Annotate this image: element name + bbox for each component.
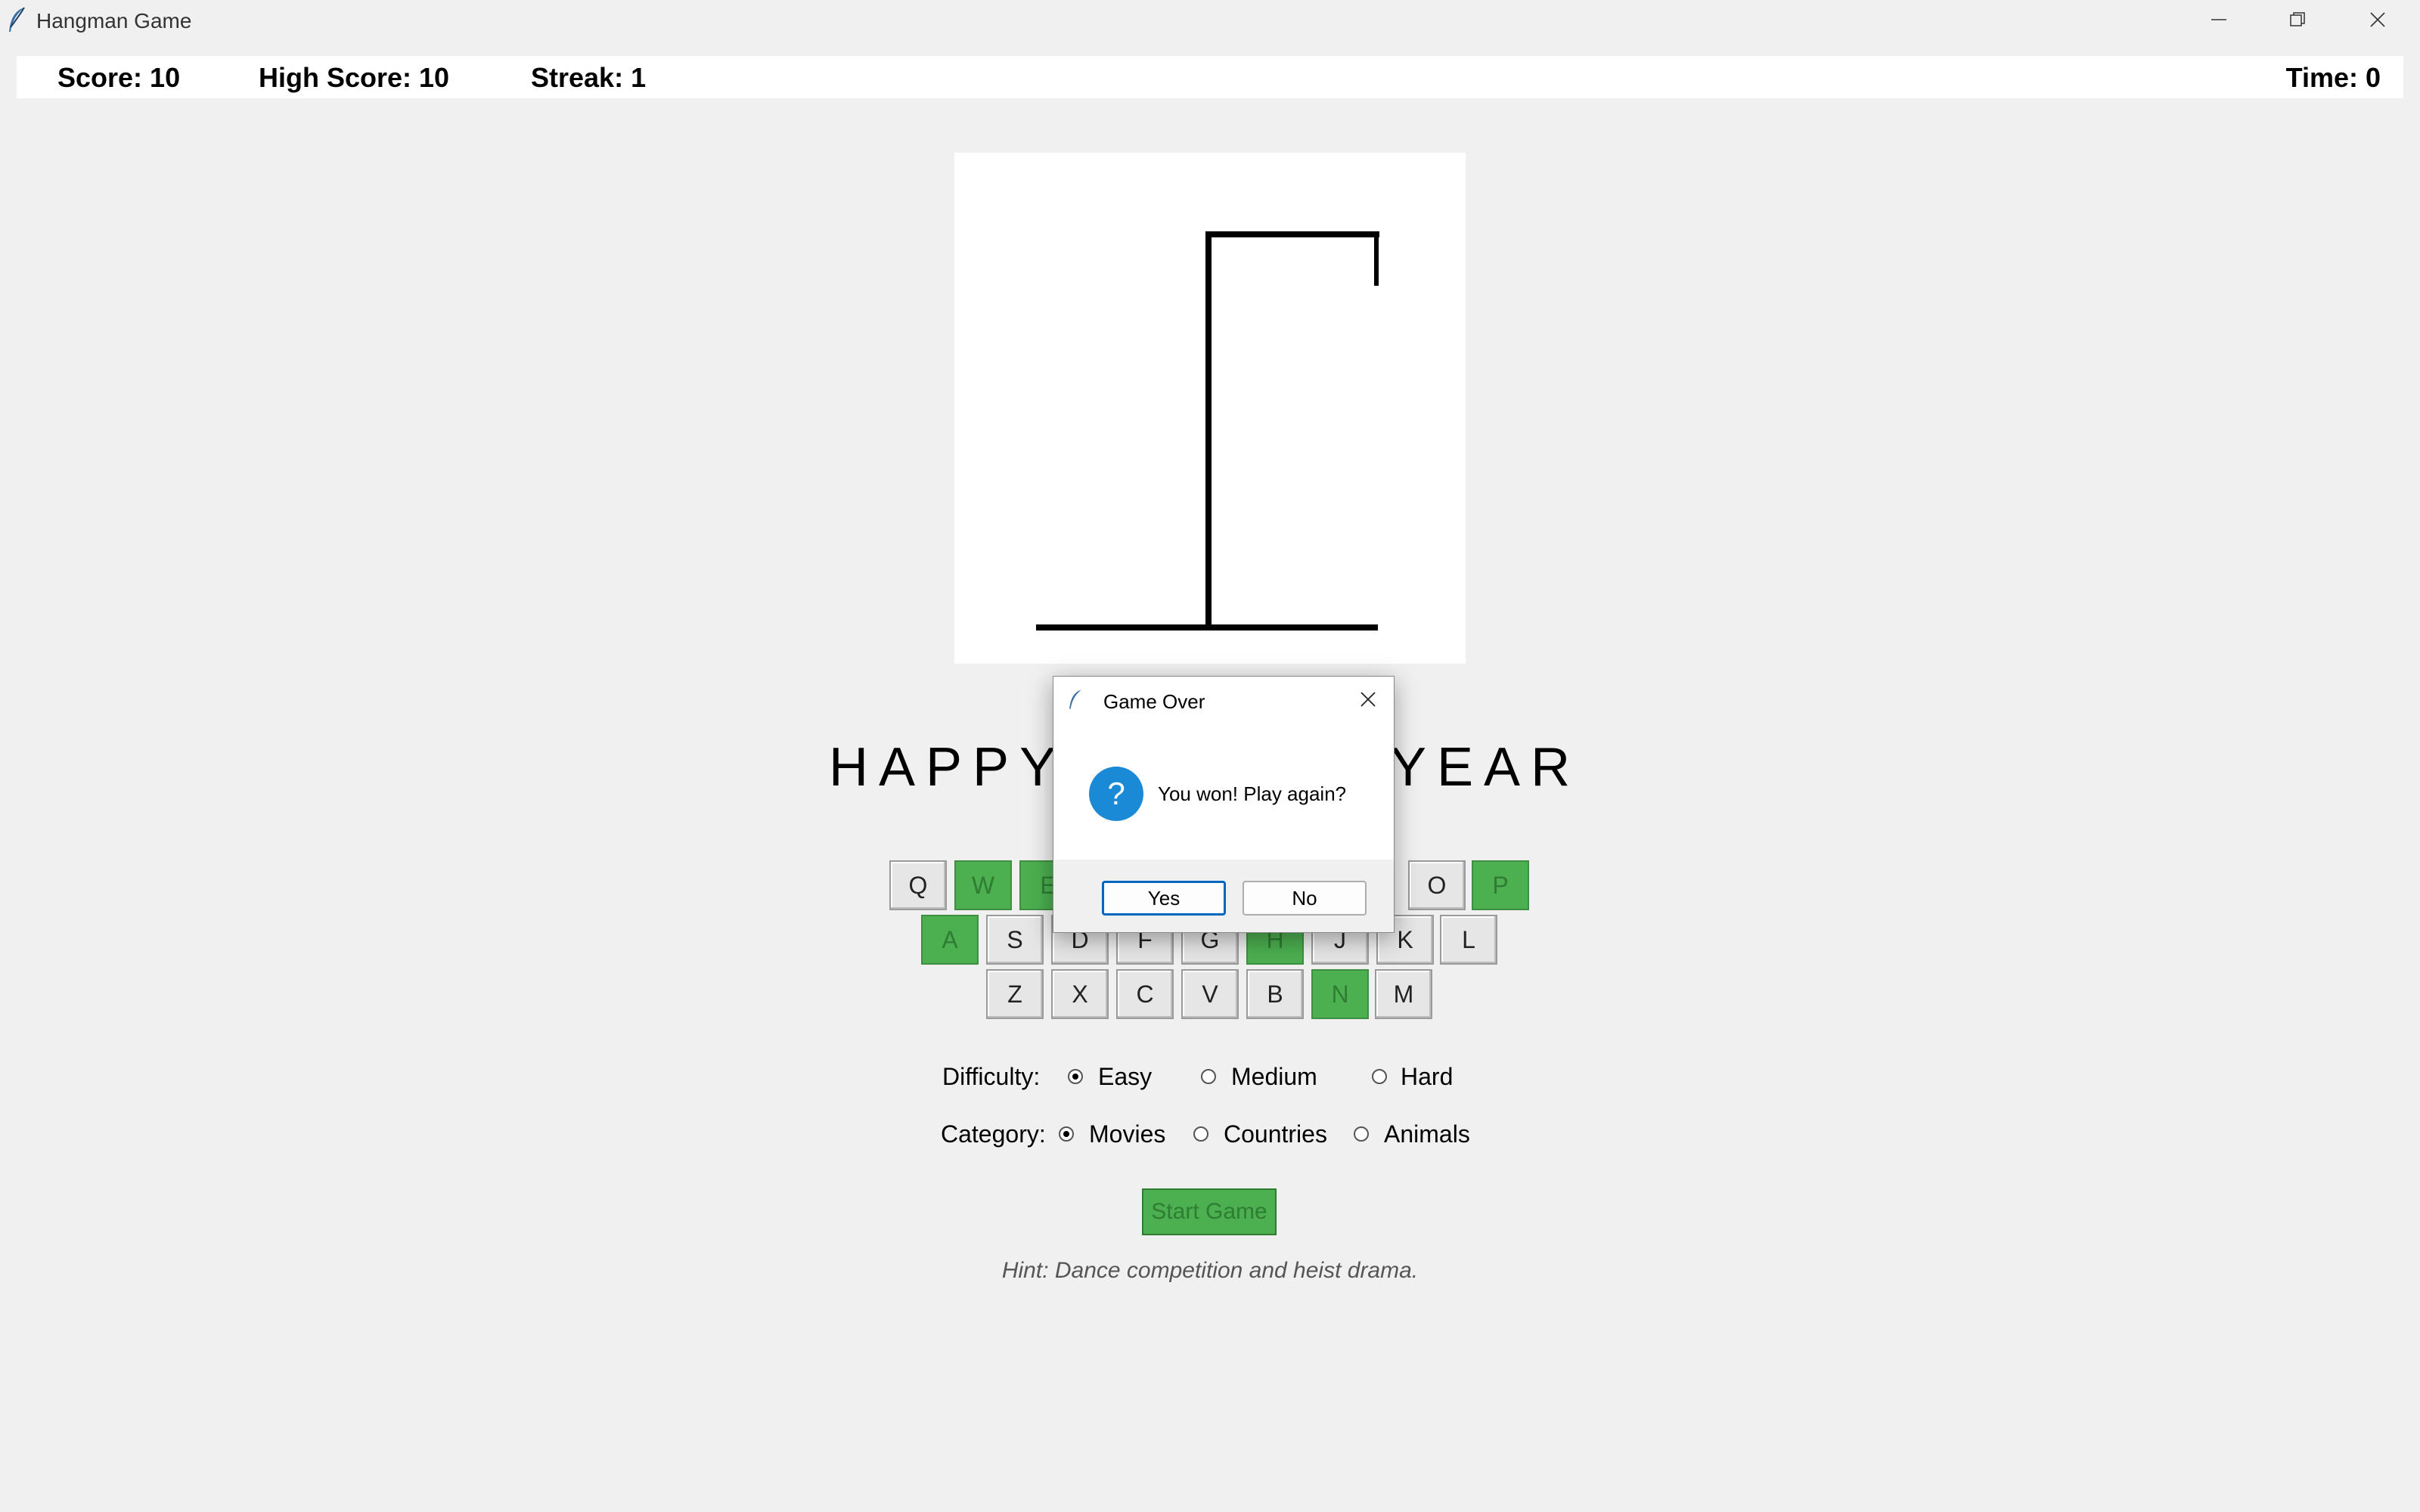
close-icon xyxy=(2370,12,2385,27)
word-display-right: YEAR xyxy=(1390,737,1581,798)
category-label: Category: xyxy=(941,1120,1046,1148)
svg-text:?: ? xyxy=(1107,776,1125,811)
key-n[interactable]: N xyxy=(1311,969,1369,1019)
difficulty-label: Difficulty: xyxy=(942,1063,1041,1090)
dialog-close-button[interactable] xyxy=(1353,684,1383,714)
timer-label: Time: 0 xyxy=(2285,62,2381,93)
key-s[interactable]: S xyxy=(986,915,1044,965)
key-o[interactable]: O xyxy=(1408,860,1466,910)
feather-icon xyxy=(9,7,25,32)
difficulty-medium-label[interactable]: Medium xyxy=(1231,1063,1317,1091)
streak-label: Streak: 1 xyxy=(531,62,647,93)
difficulty-easy-radio[interactable] xyxy=(1068,1069,1083,1084)
start-game-button[interactable]: Start Game xyxy=(1142,1188,1277,1235)
restore-button[interactable] xyxy=(2260,0,2335,39)
key-a[interactable]: A xyxy=(921,915,979,965)
difficulty-hard-label[interactable]: Hard xyxy=(1401,1063,1453,1091)
hint-text: Hint: Dance competition and heist drama. xyxy=(1001,1258,1419,1283)
title-bar: Hangman Game xyxy=(0,0,2420,39)
key-l[interactable]: L xyxy=(1440,915,1497,965)
difficulty-easy-label[interactable]: Easy xyxy=(1098,1063,1152,1091)
feather-icon xyxy=(1069,689,1081,709)
key-q[interactable]: Q xyxy=(889,860,947,910)
game-over-dialog: Game Over ? You won! Play again? Yes No xyxy=(1053,676,1395,933)
window-title: Hangman Game xyxy=(36,9,192,33)
category-animals-label[interactable]: Animals xyxy=(1384,1120,1470,1148)
key-z[interactable]: Z xyxy=(986,969,1044,1019)
category-movies-radio[interactable] xyxy=(1059,1126,1074,1142)
hangman-canvas xyxy=(954,153,1466,664)
word-display-left: HAPPY xyxy=(829,737,1067,798)
key-m[interactable]: M xyxy=(1375,969,1432,1019)
difficulty-hard-radio[interactable] xyxy=(1372,1069,1387,1084)
yes-button[interactable]: Yes xyxy=(1102,881,1226,916)
key-c[interactable]: C xyxy=(1116,969,1174,1019)
no-button[interactable]: No xyxy=(1243,881,1367,916)
key-x[interactable]: X xyxy=(1051,969,1109,1019)
close-icon xyxy=(1360,692,1376,707)
score-label: Score: 10 xyxy=(57,62,181,93)
high-score-label: High Score: 10 xyxy=(259,62,450,93)
question-icon: ? xyxy=(1089,767,1143,821)
category-animals-radio[interactable] xyxy=(1354,1126,1369,1142)
restore-icon xyxy=(2290,12,2305,26)
key-w[interactable]: W xyxy=(954,860,1012,910)
category-countries-label[interactable]: Countries xyxy=(1224,1120,1327,1148)
minimize-icon xyxy=(2211,19,2226,20)
minimize-button[interactable] xyxy=(2181,0,2257,39)
status-bar: Score: 10 High Score: 10 Streak: 1 Time:… xyxy=(17,56,2403,98)
key-p[interactable]: P xyxy=(1472,860,1529,910)
dialog-title: Game Over xyxy=(1103,690,1205,713)
dialog-message: You won! Play again? xyxy=(1158,782,1347,805)
key-v[interactable]: V xyxy=(1181,969,1239,1019)
category-countries-radio[interactable] xyxy=(1193,1126,1208,1142)
gallows-drawing xyxy=(1036,231,1379,631)
close-window-button[interactable] xyxy=(2340,0,2415,39)
difficulty-medium-radio[interactable] xyxy=(1201,1069,1216,1084)
key-b[interactable]: B xyxy=(1246,969,1304,1019)
category-movies-label[interactable]: Movies xyxy=(1089,1120,1165,1148)
